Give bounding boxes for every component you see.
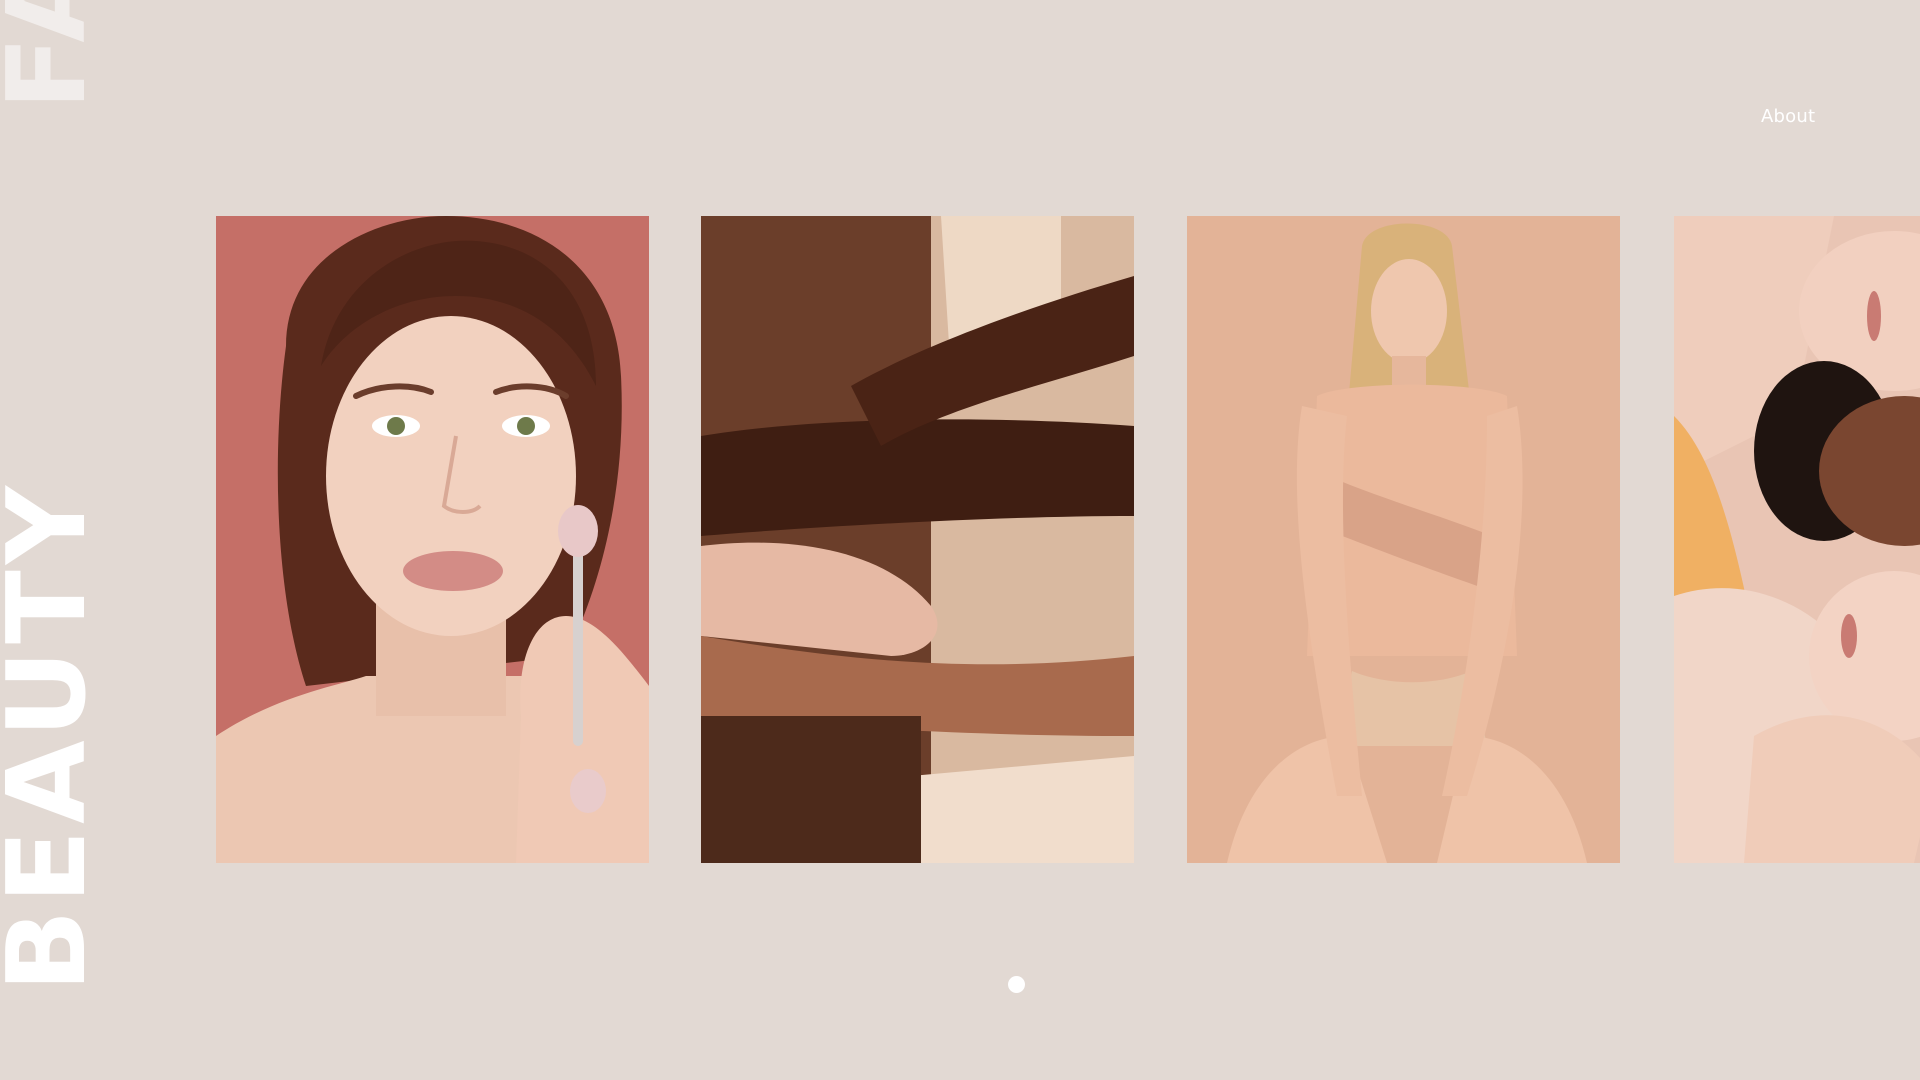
nav-about-link[interactable]: About <box>1761 106 1815 127</box>
seated-model-image <box>1187 216 1620 863</box>
gallery-pager <box>1008 976 1025 993</box>
image-gallery <box>216 216 1920 863</box>
vertical-brand-text: BEAUTY <box>0 480 110 992</box>
pager-dot-active[interactable] <box>1008 976 1025 993</box>
portrait-face-roller-image <box>216 216 649 863</box>
gallery-card[interactable] <box>1187 216 1620 863</box>
vertical-brand-text-top: FA <box>0 0 102 110</box>
group-of-faces-image <box>1674 216 1920 863</box>
gallery-card[interactable] <box>216 216 649 863</box>
gallery-card[interactable] <box>1674 216 1920 863</box>
intertwined-arms-image <box>701 216 1134 863</box>
gallery-card[interactable] <box>701 216 1134 863</box>
